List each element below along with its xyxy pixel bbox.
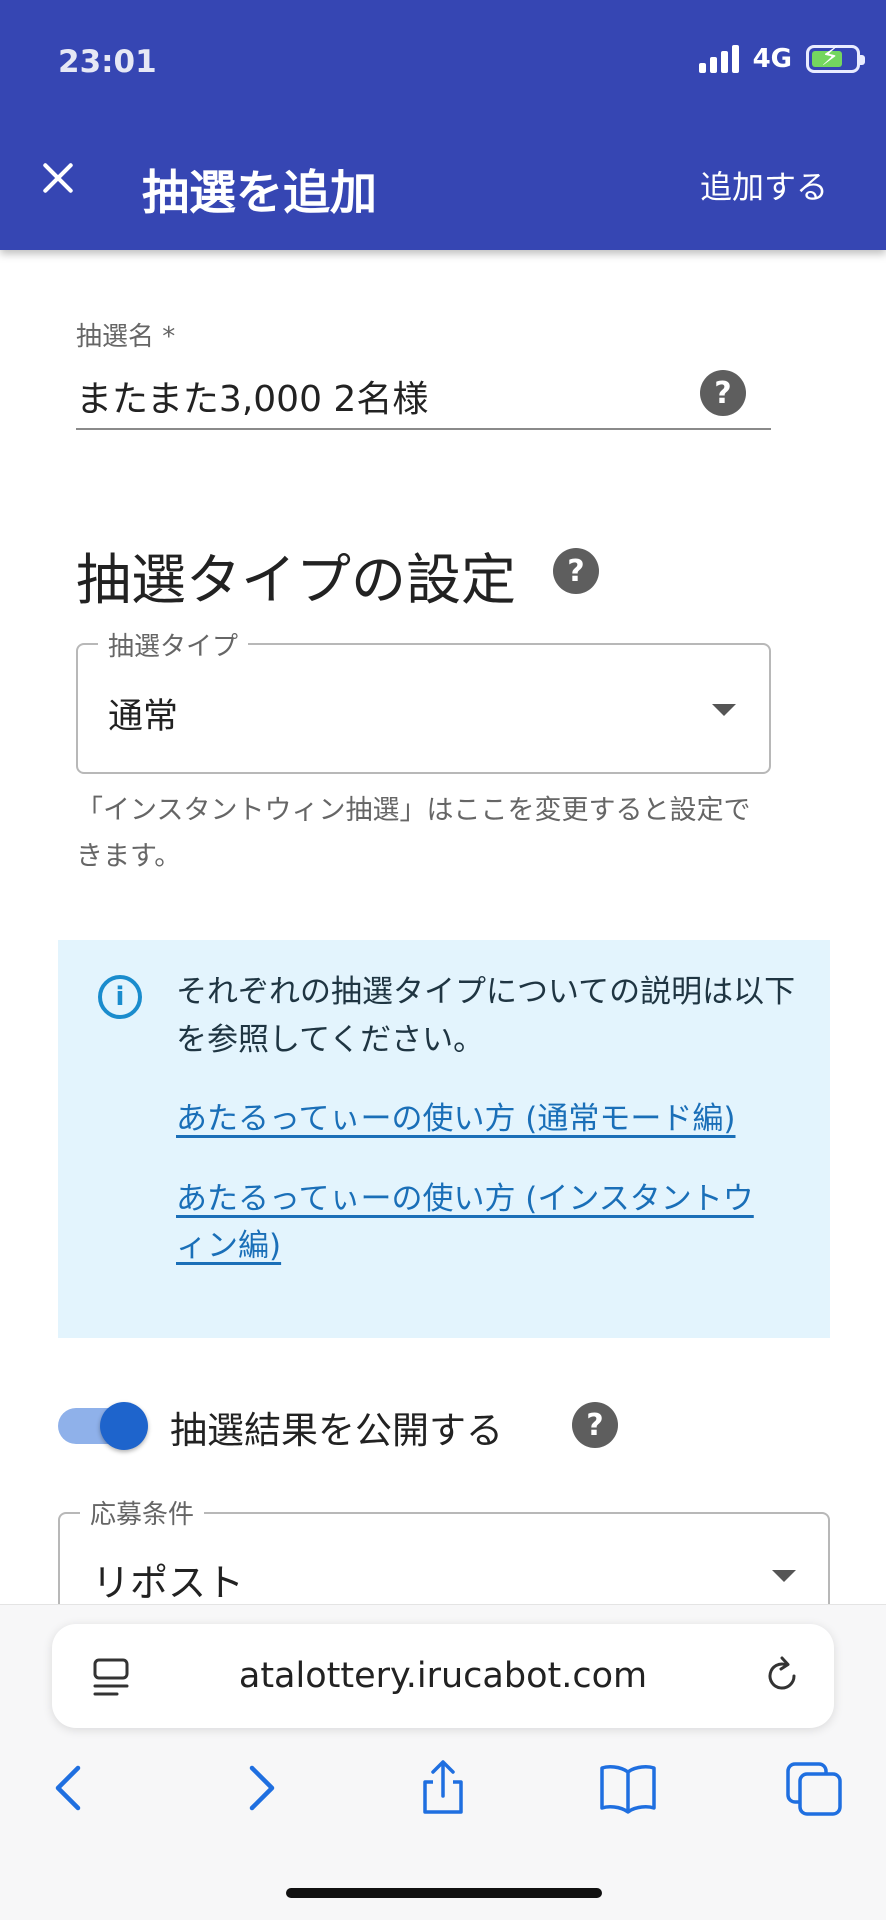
home-indicator: [286, 1888, 602, 1898]
help-icon[interactable]: ?: [572, 1402, 618, 1448]
help-icon[interactable]: ?: [700, 370, 746, 416]
lottery-name-input[interactable]: またまた3,000 2名様: [76, 370, 428, 422]
entry-condition-value: リポスト: [92, 1561, 245, 1605]
reload-icon[interactable]: [760, 1654, 804, 1698]
bookmarks-icon[interactable]: [598, 1758, 658, 1818]
share-icon[interactable]: [413, 1758, 473, 1818]
lottery-name-label: 抽選名 *: [76, 322, 176, 352]
info-text: それぞれの抽選タイプについての説明は以下を参照してください。: [176, 974, 796, 1058]
close-icon: [43, 163, 73, 193]
entry-condition-label: 応募条件: [80, 1494, 205, 1531]
help-icon[interactable]: ?: [553, 548, 599, 594]
battery-icon: ⚡: [806, 42, 865, 73]
publish-toggle-label: 抽選結果を公開する: [170, 1409, 503, 1452]
tabs-icon[interactable]: [784, 1758, 844, 1818]
app-bar: 23:01 4G ⚡ 抽選を追加 追加する: [0, 0, 886, 250]
status-time: 23:01: [58, 44, 157, 80]
forward-icon[interactable]: [230, 1758, 290, 1818]
lottery-type-hint: 「インスタントウィン抽選」はここを変更すると設定できます。: [76, 795, 751, 872]
back-icon[interactable]: [40, 1758, 100, 1818]
lottery-type-label: 抽選タイプ: [98, 626, 249, 663]
link-normal-mode[interactable]: あたるってぃーの使い方 (通常モード編): [176, 1096, 796, 1143]
link-instant-win[interactable]: あたるってぃーの使い方 (インスタントウィン編): [176, 1176, 776, 1270]
chevron-down-icon: [772, 1570, 796, 1582]
network-type: 4G: [752, 44, 792, 74]
page-title: 抽選を追加: [142, 166, 377, 221]
status-indicators: 4G ⚡: [698, 42, 865, 74]
lottery-name-underline: [76, 428, 771, 430]
publish-toggle-knob[interactable]: [100, 1402, 148, 1450]
url-text[interactable]: atalottery.irucabot.com: [0, 1656, 886, 1696]
lottery-type-section-title: 抽選タイプの設定: [76, 548, 517, 612]
lottery-type-value: 通常: [108, 697, 179, 737]
chevron-down-icon: [712, 704, 736, 716]
signal-icon: [698, 45, 739, 73]
add-button[interactable]: 追加する: [700, 162, 828, 208]
close-button[interactable]: [30, 150, 86, 206]
info-icon: i: [98, 975, 142, 1019]
